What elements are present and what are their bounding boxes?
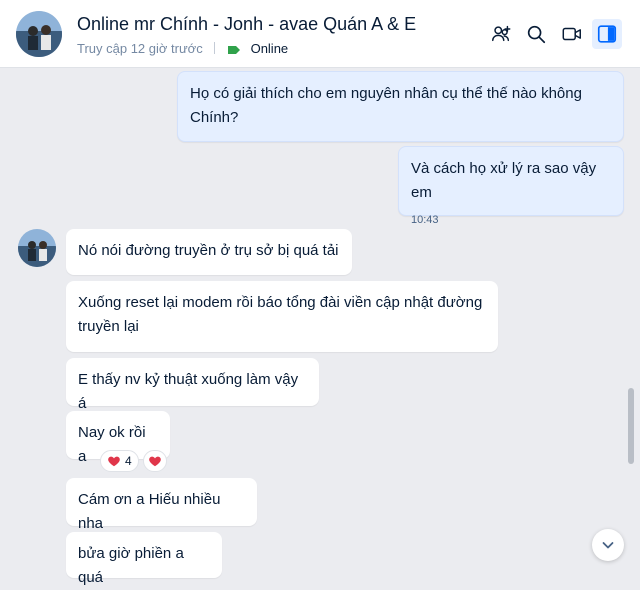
video-call-icon [562,27,581,41]
chevron-down-icon [602,542,614,549]
incoming-message[interactable]: Cám ơn a Hiếu nhiều nha [66,478,257,532]
sidebar-toggle-icon [597,25,617,43]
search-button[interactable] [521,19,551,49]
message-reactions: 4 [100,450,167,472]
scroll-to-bottom-button[interactable] [592,529,624,561]
add-member-icon [492,25,511,42]
chat-header: Online mr Chính - Jonh - avae Quán A & E… [0,0,640,68]
incoming-message[interactable]: E thấy nv kỷ thuật xuống làm vậy á [66,358,319,412]
heart-icon [148,456,161,467]
last-seen-text: Truy cập 12 giờ trước [77,41,203,56]
reaction-count: 4 [125,454,132,468]
group-avatar[interactable] [16,11,62,57]
chat-title: Online mr Chính - Jonh - avae Quán A & E [77,14,417,34]
heart-icon [108,456,120,467]
incoming-message[interactable]: Xuống reset lại modem rồi báo tổng đài v… [66,281,498,352]
online-status-text: Online [250,41,289,56]
message-text: Nó nói đường truyền ở trụ sở bị quá tải [78,242,339,259]
outgoing-message[interactable]: Họ có giải thích cho em nguyên nhân cụ t… [177,71,624,142]
message-text: Xuống reset lại modem rồi báo tổng đài v… [78,294,483,335]
chat-scrollbar[interactable] [628,388,634,464]
add-member-button[interactable] [486,19,516,49]
sender-avatar[interactable] [18,229,56,267]
reaction-summary[interactable]: 4 [100,450,139,472]
message-time: 10:43 [411,214,439,226]
chat-status-line: Truy cập 12 giờ trước Online [77,41,288,56]
incoming-message[interactable]: Nó nói đường truyền ở trụ sở bị quá tải [66,229,352,275]
incoming-message[interactable]: bửa giờ phiền a quá [66,532,222,586]
conversation-info-toggle[interactable] [592,19,622,49]
outgoing-message[interactable]: Và cách họ xử lý ra sao vậy em 10:43 [398,146,624,226]
video-call-button[interactable] [557,19,587,49]
status-divider [214,42,216,54]
online-tag-icon [227,46,240,54]
search-icon [527,25,546,44]
message-text: Và cách họ xử lý ra sao vậy em [411,160,597,201]
message-text: E thấy nv kỷ thuật xuống làm vậy á [78,371,299,412]
add-reaction-button[interactable] [142,450,167,472]
message-text: Họ có giải thích cho em nguyên nhân cụ t… [190,85,582,126]
message-text: Cám ơn a Hiếu nhiều nha [78,491,221,532]
message-text: bửa giờ phiền a quá [78,545,184,586]
